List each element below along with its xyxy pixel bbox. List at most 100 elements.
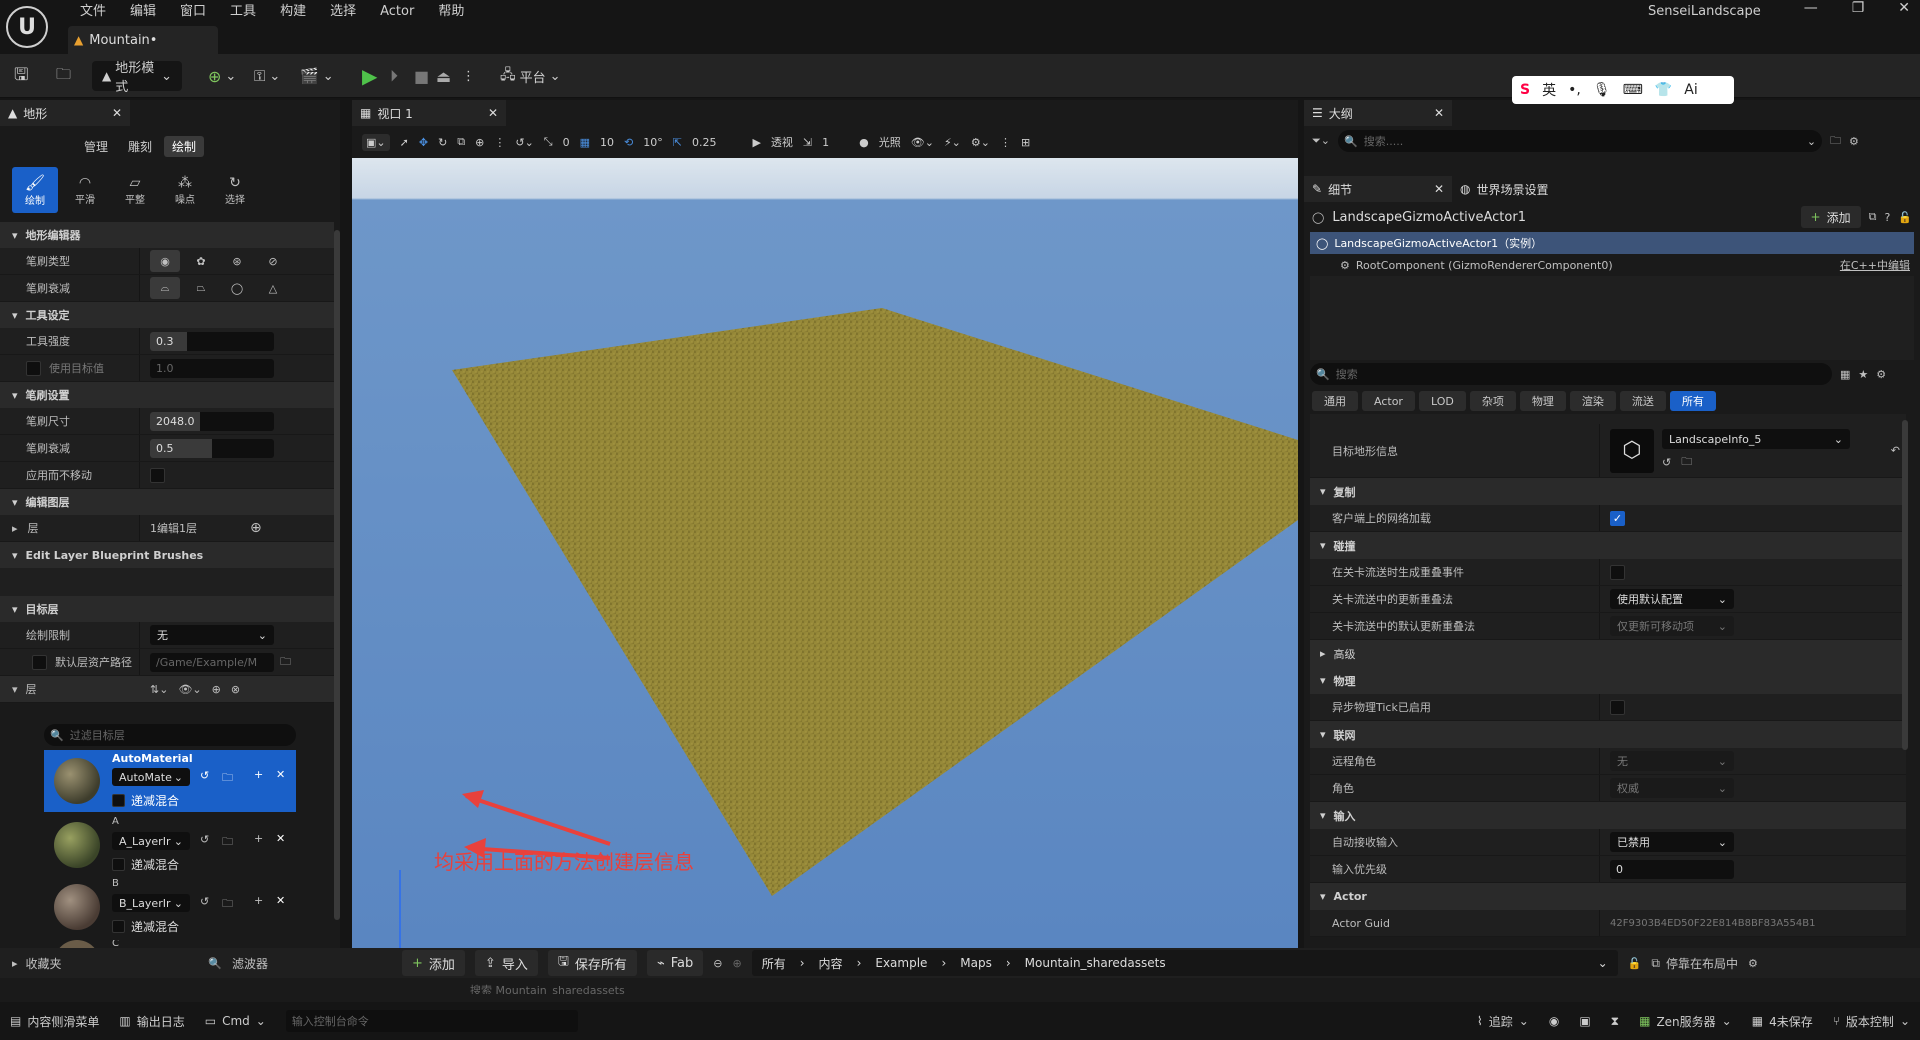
save-icon[interactable]: 🖫 xyxy=(14,61,28,91)
table-view-icon[interactable]: ▦ xyxy=(1840,368,1850,381)
outliner-settings-icon[interactable]: ⚙ xyxy=(1849,135,1859,148)
import-button[interactable]: ⇪ 导入 xyxy=(474,950,538,976)
use-selected-icon[interactable]: ↺ xyxy=(1662,456,1671,469)
crumb-content[interactable]: 内容 xyxy=(819,955,843,972)
blueprint-convert-icon[interactable]: ⧉ xyxy=(1869,210,1877,224)
content-add-button[interactable]: + 添加 xyxy=(402,950,465,976)
minimize-icon[interactable]: — xyxy=(1804,0,1818,16)
crumb-mountain[interactable]: Mountain_sharedassets xyxy=(1025,956,1584,970)
menu-tools[interactable]: 工具 xyxy=(218,3,268,21)
blend-checkbox[interactable] xyxy=(112,920,125,933)
cmd-dropdown[interactable]: ▭ Cmd ⌄ xyxy=(205,1014,266,1028)
reset-icon[interactable]: ↺ xyxy=(200,833,209,846)
close-window-icon[interactable]: ✕ xyxy=(1898,0,1910,16)
landscape-tab[interactable]: ▲ 地形 ✕ xyxy=(0,100,130,126)
lock-icon[interactable]: 🔓 xyxy=(1898,211,1912,224)
add-folder-icon[interactable]: 🗀 xyxy=(1830,132,1841,151)
create-icon[interactable]: + xyxy=(254,894,263,907)
section-physics[interactable]: ▾ 物理 xyxy=(1310,667,1906,694)
favorites-icon[interactable]: ★ xyxy=(1858,368,1868,381)
trace-dropdown[interactable]: ⌇ 追踪 ⌄ xyxy=(1477,1013,1529,1030)
default-update-dropdown[interactable]: 仅更新可移动项 ⌄ xyxy=(1610,616,1734,636)
menu-edit[interactable]: 编辑 xyxy=(118,3,168,21)
mode-paint[interactable]: 绘制 xyxy=(164,135,205,157)
net-load-checkbox[interactable]: ✓ xyxy=(1610,510,1625,526)
viewport-settings-icon[interactable]: ⚙⌄ xyxy=(971,136,990,149)
remote-role-dropdown[interactable]: 无 ⌄ xyxy=(1610,751,1734,771)
expand-icon[interactable]: ▸ xyxy=(12,522,18,535)
use-target-checkbox[interactable] xyxy=(26,360,41,376)
platform-dropdown[interactable]: 🖧 平台 ⌄ xyxy=(500,61,561,91)
section-network[interactable]: ▾ 联网 xyxy=(1310,721,1906,748)
blend-checkbox[interactable] xyxy=(112,858,125,871)
world-settings-tab[interactable]: ◍ 世界场景设置 xyxy=(1452,176,1612,202)
scale-snap-value[interactable]: 0.25 xyxy=(692,136,717,149)
console-input[interactable]: 输入控制台命令 xyxy=(285,1010,578,1032)
filter-all[interactable]: 所有 xyxy=(1669,391,1716,411)
outliner-tab[interactable]: ☰ 大纲 ✕ xyxy=(1304,100,1452,126)
derived-data-icon[interactable]: ⧗ xyxy=(1611,1014,1619,1029)
unreal-logo-icon[interactable]: U xyxy=(6,6,48,48)
screenshot-icon[interactable]: ▣ xyxy=(1579,1014,1590,1028)
menu-file[interactable]: 文件 xyxy=(68,3,118,21)
create-icon[interactable]: + xyxy=(254,832,263,845)
outliner-search[interactable]: 🔍 搜索..... ⌄ xyxy=(1338,130,1823,152)
mode-dropdown[interactable]: ▲ 地形模式 ⌄ xyxy=(92,61,182,95)
root-component-row[interactable]: ⚙ RootComponent (GizmoRendererComponent0… xyxy=(1310,254,1914,276)
details-scrollbar[interactable] xyxy=(1902,420,1908,750)
edit-cpp-link[interactable]: 在C++中编辑 xyxy=(1840,257,1910,273)
dock-button[interactable]: ⧉ 停靠在布局中 xyxy=(1651,955,1738,972)
update-overlap-dropdown[interactable]: 使用默认配置 ⌄ xyxy=(1610,589,1734,609)
tool-smooth[interactable]: ◠ 平滑 xyxy=(62,167,108,213)
filter-icon[interactable]: ⏷⌄ xyxy=(1312,134,1330,148)
brush-alpha-icon[interactable]: ✿ xyxy=(186,250,216,272)
layer-item-a[interactable]: A A_LayerIr ⌄ ↺ 🗀 + ✕ 递减混合 xyxy=(44,814,296,876)
component-instance-row[interactable]: ◯ LandscapeGizmoActiveActor1（实例） xyxy=(1310,232,1914,254)
browse-folder-icon[interactable]: 🗀 xyxy=(222,833,233,852)
content-settings-icon[interactable]: ⚙ xyxy=(1748,957,1758,970)
layer-item-automaterial[interactable]: AutoMaterial AutoMate ⌄ ↺ 🗀 + ✕ 递减混合 xyxy=(44,750,296,812)
cameras-value[interactable]: 1 xyxy=(822,136,829,149)
fab-button[interactable]: ⌁ Fab xyxy=(646,950,704,976)
mode-sculpt[interactable]: 雕刻 xyxy=(120,136,160,157)
reset-icon[interactable]: ↺ xyxy=(200,769,209,782)
add-actor-icon[interactable]: ⊕ ⌄ xyxy=(208,61,236,91)
filter-physics[interactable]: 物理 xyxy=(1519,391,1566,411)
save-all-button[interactable]: 🖫 保存所有 xyxy=(547,950,637,976)
ime-logo-icon[interactable]: S xyxy=(1520,82,1530,98)
content-drawer-button[interactable]: ▤ 内容侧滑菜单 xyxy=(10,1013,99,1030)
section-actor[interactable]: ▾ Actor xyxy=(1310,883,1906,910)
layer-settings-icon[interactable]: ⊗ xyxy=(231,683,240,696)
target-landscape-thumb[interactable]: ⬡ xyxy=(1610,428,1654,473)
blueprint-icon[interactable]: ⚿ ⌄ xyxy=(254,61,280,91)
mode-manage[interactable]: 管理 xyxy=(76,136,116,157)
perspective-dropdown[interactable]: 透视 xyxy=(771,134,793,150)
menu-select[interactable]: 选择 xyxy=(318,3,368,21)
async-tick-checkbox[interactable] xyxy=(1610,699,1625,715)
falloff-smooth-icon[interactable]: ⌓ xyxy=(150,277,180,299)
brush-pattern-icon[interactable]: ⊛ xyxy=(222,250,252,272)
section-input[interactable]: ▾ 输入 xyxy=(1310,802,1906,829)
add-layer-icon[interactable]: ⊕ xyxy=(250,520,262,536)
filter-general[interactable]: 通用 xyxy=(1312,391,1358,411)
zen-server-dropdown[interactable]: ▦ Zen服务器 ⌄ xyxy=(1639,1013,1732,1030)
ai-icon[interactable]: Ai xyxy=(1684,82,1697,98)
filter-actor[interactable]: Actor xyxy=(1362,391,1415,411)
create-icon[interactable]: + xyxy=(254,768,263,781)
role-dropdown[interactable]: 权威 ⌄ xyxy=(1610,778,1734,798)
brush-circle-icon[interactable]: ◉ xyxy=(150,250,180,272)
close-tab-icon[interactable]: ✕ xyxy=(1434,182,1444,196)
filter-rendering[interactable]: 渲染 xyxy=(1569,391,1616,411)
cameras-icon[interactable]: ⇲ xyxy=(803,136,812,149)
details-settings-icon[interactable]: ⚙ xyxy=(1876,368,1886,381)
layer-info-dropdown[interactable]: A_LayerIr ⌄ xyxy=(112,832,190,850)
play-options-icon[interactable]: ⋮ xyxy=(462,61,475,91)
tool-select[interactable]: ↻ 选择 xyxy=(212,167,258,213)
level-tab[interactable]: ▲ Mountain• xyxy=(68,26,218,54)
layer-info-dropdown[interactable]: B_LayerIr ⌄ xyxy=(112,894,190,912)
overlap-event-checkbox[interactable] xyxy=(1610,564,1625,580)
browse-folder-icon[interactable]: 🗀 xyxy=(222,769,233,788)
default-path-checkbox[interactable] xyxy=(32,654,47,670)
section-collision[interactable]: ▾ 碰撞 xyxy=(1310,532,1906,559)
source-control-dropdown[interactable]: ⑂ 版本控制 ⌄ xyxy=(1833,1013,1910,1030)
